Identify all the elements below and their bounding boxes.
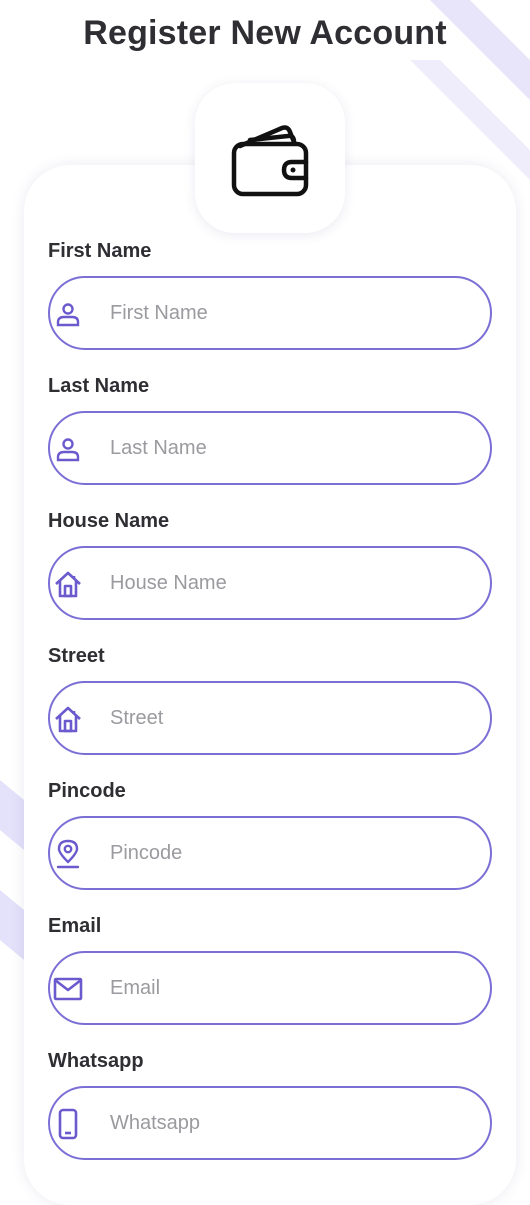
mail-icon <box>53 974 83 1004</box>
last-name-input[interactable]: Last Name <box>48 411 492 485</box>
pincode-placeholder: Pincode <box>110 842 183 864</box>
wallet-icon <box>231 125 309 197</box>
house-name-placeholder: House Name <box>110 572 227 594</box>
first-name-label: First Name <box>48 240 152 262</box>
whatsapp-placeholder: Whatsapp <box>110 1112 201 1134</box>
whatsapp-label: Whatsapp <box>48 1050 144 1072</box>
house-name-input[interactable]: House Name <box>48 546 492 620</box>
street-placeholder: Street <box>110 707 164 729</box>
pincode-label: Pincode <box>48 780 126 802</box>
person-icon <box>53 299 83 329</box>
first-name-input[interactable]: First Name <box>48 276 492 350</box>
email-placeholder: Email <box>110 977 161 999</box>
email-input[interactable]: Email <box>48 951 492 1025</box>
first-name-placeholder: First Name <box>110 302 208 324</box>
app-logo <box>195 83 345 233</box>
email-label: Email <box>48 915 102 937</box>
location-pin-icon <box>53 839 83 869</box>
phone-icon <box>53 1108 83 1140</box>
page-title: Register New Account <box>83 14 447 52</box>
house-name-label: House Name <box>48 510 170 532</box>
last-name-label: Last Name <box>48 375 150 397</box>
house-icon <box>53 704 83 734</box>
last-name-placeholder: Last Name <box>110 437 207 459</box>
pincode-input[interactable]: Pincode <box>48 816 492 890</box>
street-label: Street <box>48 645 105 667</box>
house-icon <box>53 569 83 599</box>
street-input[interactable]: Street <box>48 681 492 755</box>
person-icon <box>53 434 83 464</box>
whatsapp-input[interactable]: Whatsapp <box>48 1086 492 1160</box>
